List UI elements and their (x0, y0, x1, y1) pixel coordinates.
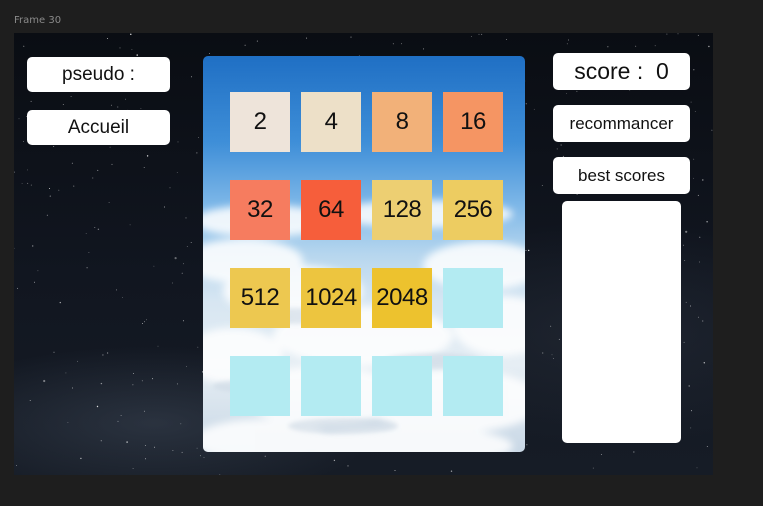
game-frame: pseudo : Accueil 2 4 8 16 32 64 128 256 … (14, 33, 713, 475)
best-scores-button-label: best scores (578, 165, 665, 185)
tile-4: 4 (301, 92, 361, 152)
pseudo-label: pseudo : (62, 63, 135, 85)
best-scores-list (562, 201, 681, 443)
tile-8: 8 (372, 92, 432, 152)
tile-empty (443, 356, 503, 416)
tile-2: 2 (230, 92, 290, 152)
frame-label: Frame 30 (14, 15, 62, 26)
tile-empty (372, 356, 432, 416)
tile-1024: 1024 (301, 268, 361, 328)
game-board: 2 4 8 16 32 64 128 256 512 1024 2048 (203, 56, 525, 452)
restart-button-label: recommancer (569, 113, 674, 133)
restart-button[interactable]: recommancer (553, 105, 690, 142)
home-button[interactable]: Accueil (27, 110, 170, 145)
best-scores-button[interactable]: best scores (553, 157, 690, 194)
home-button-label: Accueil (67, 116, 130, 138)
tile-256: 256 (443, 180, 503, 240)
score-label: score : 0 (574, 58, 669, 84)
tile-empty (230, 356, 290, 416)
tile-2048: 2048 (372, 268, 432, 328)
tile-128: 128 (372, 180, 432, 240)
tile-64: 64 (301, 180, 361, 240)
score-display: score : 0 (553, 53, 690, 90)
pseudo-field[interactable]: pseudo : (27, 57, 170, 92)
tile-empty (301, 356, 361, 416)
tile-empty (443, 268, 503, 328)
tile-512: 512 (230, 268, 290, 328)
tile-16: 16 (443, 92, 503, 152)
tile-32: 32 (230, 180, 290, 240)
